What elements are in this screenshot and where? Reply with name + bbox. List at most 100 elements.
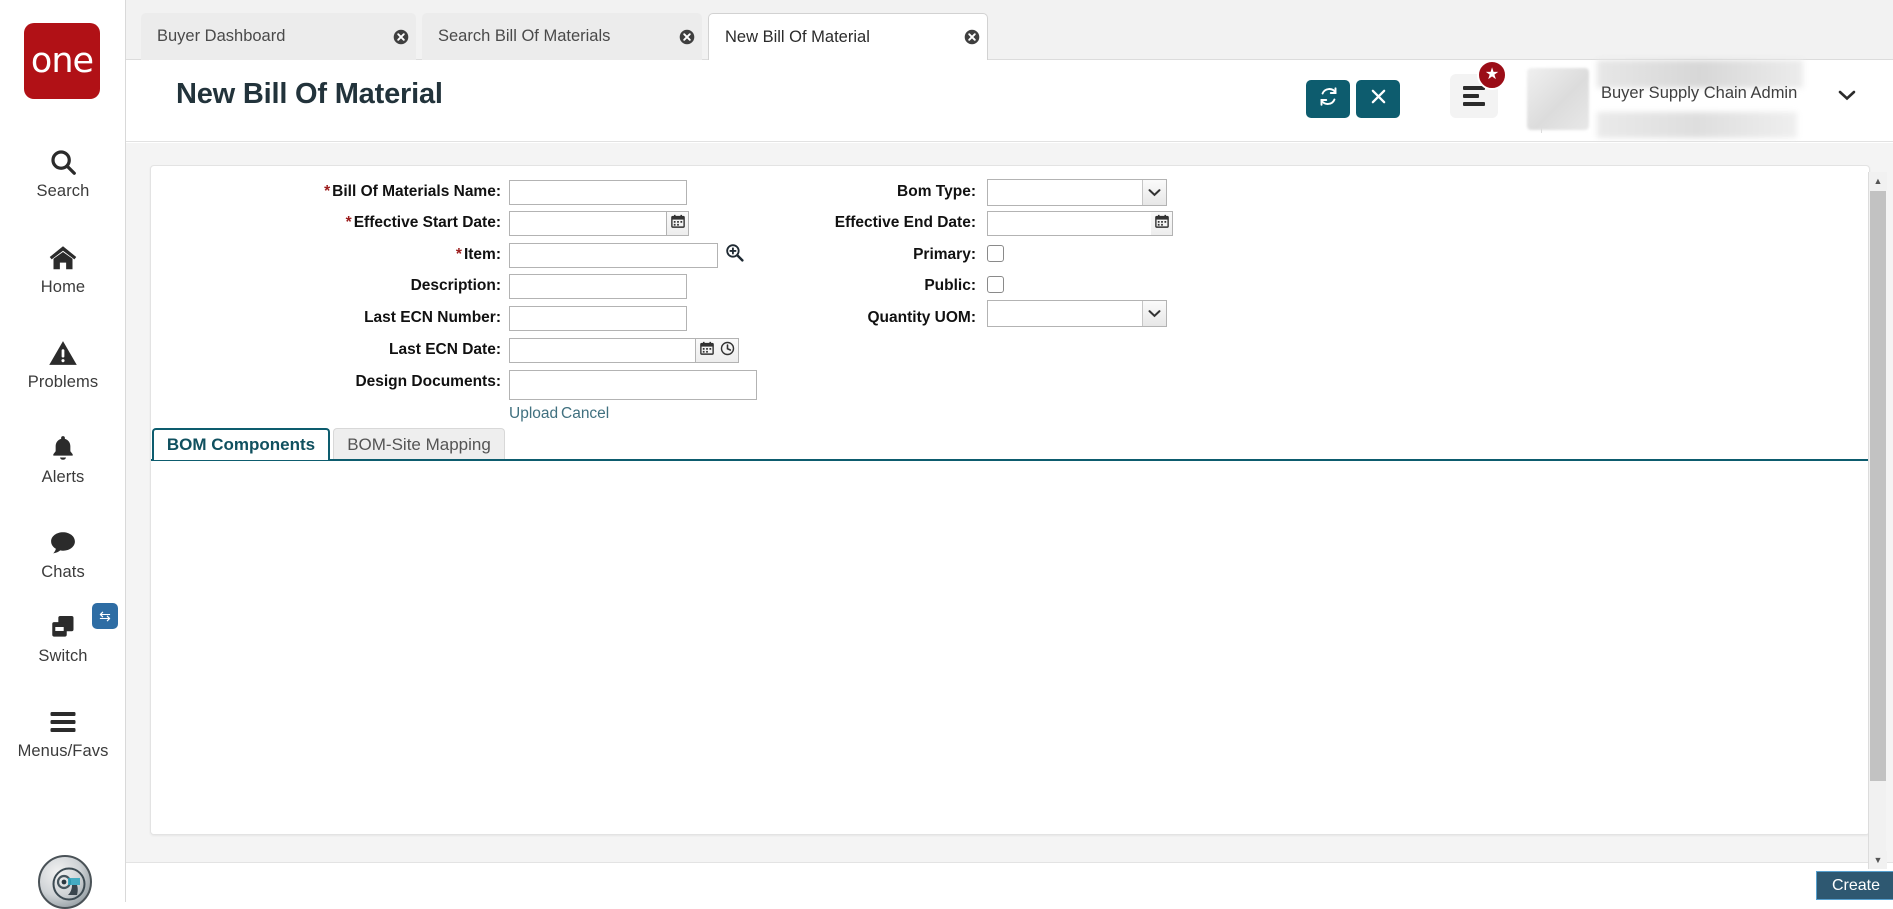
sidebar-item-label: Menus/Favs xyxy=(17,742,109,760)
field-label: Description: xyxy=(410,277,501,294)
field-label: * Bill Of Materials Name: xyxy=(324,183,501,200)
cancel-link[interactable]: Cancel xyxy=(561,405,609,423)
field-bill-of-materials-name: * Bill Of Materials Name: xyxy=(151,180,501,206)
browser-tab-strip: Buyer Dashboard Search Bill Of Materials… xyxy=(126,0,1893,60)
page-title: New Bill Of Material xyxy=(176,78,443,110)
tab-search-bill-of-materials[interactable]: Search Bill Of Materials xyxy=(422,13,702,60)
field-description: Description: xyxy=(151,274,501,300)
star-badge-icon: ★ xyxy=(1477,60,1507,90)
last-ecn-date-input[interactable] xyxy=(509,338,696,363)
tab-label: BOM-Site Mapping xyxy=(347,434,491,454)
sidebar-item-label: Chats xyxy=(41,563,85,581)
quantity-uom-select[interactable] xyxy=(987,300,1167,327)
hamburger-icon xyxy=(0,700,126,740)
close-icon[interactable] xyxy=(672,13,702,60)
field-label: * Effective Start Date: xyxy=(345,214,501,231)
tab-bom-components[interactable]: BOM Components xyxy=(152,428,330,460)
tab-buyer-dashboard[interactable]: Buyer Dashboard xyxy=(141,13,416,60)
field-label: Public: xyxy=(924,277,976,294)
field-bom-type: Bom Type: xyxy=(551,180,976,206)
switch-context-badge[interactable]: ⇆ xyxy=(92,603,118,629)
public-checkbox[interactable] xyxy=(987,276,1004,293)
design-documents-input[interactable] xyxy=(509,370,757,400)
last-ecn-date-calendar-button[interactable] xyxy=(696,338,718,363)
field-label: Last ECN Date: xyxy=(389,341,501,358)
sidebar-item-menus-favs[interactable]: Menus/Favs xyxy=(0,700,126,761)
field-label: Effective End Date: xyxy=(834,214,976,231)
field-design-documents: Design Documents: xyxy=(151,370,501,396)
avatar[interactable] xyxy=(1527,68,1589,130)
sidebar-item-label: Problems xyxy=(27,373,99,391)
search-icon xyxy=(0,140,126,180)
bom-type-select[interactable] xyxy=(987,179,1167,206)
sidebar-item-label: Search xyxy=(36,182,90,200)
ai-assistant-orb-icon[interactable] xyxy=(38,855,92,909)
field-effective-end-date: Effective End Date: xyxy=(551,211,976,237)
user-role-label: Buyer Supply Chain Admin xyxy=(1601,84,1798,102)
tab-new-bill-of-material[interactable]: New Bill Of Material xyxy=(708,13,988,60)
caret-up-icon: ▲ xyxy=(1873,176,1883,186)
effective-end-date-input[interactable] xyxy=(987,211,1173,236)
close-icon[interactable] xyxy=(957,14,987,60)
sidebar-item-alerts[interactable]: Alerts xyxy=(0,426,126,487)
close-icon[interactable] xyxy=(386,13,416,60)
user-org-redacted xyxy=(1597,112,1797,138)
field-quantity-uom: Quantity UOM: xyxy=(551,306,977,332)
upload-link[interactable]: Upload xyxy=(509,405,558,423)
quantity-uom-select-value xyxy=(987,300,1167,327)
field-primary: Primary: xyxy=(551,243,976,269)
effective-end-date-calendar-button[interactable] xyxy=(1151,211,1173,236)
brand-logo[interactable]: one xyxy=(24,23,100,99)
sidebar-item-home[interactable]: Home xyxy=(0,236,126,297)
required-marker: * xyxy=(345,214,352,231)
primary-checkbox[interactable] xyxy=(987,245,1004,262)
vertical-scrollbar[interactable]: ▲ ▼ xyxy=(1868,172,1887,869)
tab-label: Buyer Dashboard xyxy=(157,27,286,45)
panel-tab-row: BOM Components BOM-Site Mapping xyxy=(151,428,1869,460)
chevron-down-icon[interactable] xyxy=(1830,78,1864,112)
tab-label: BOM Components xyxy=(166,435,316,454)
sidebar-item-label: Switch xyxy=(38,647,88,665)
left-sidebar: one Search Home Problems Alerts Chats Sw… xyxy=(0,0,126,909)
sidebar-item-problems[interactable]: Problems xyxy=(0,331,126,392)
home-icon xyxy=(0,236,126,276)
scrollbar-thumb[interactable] xyxy=(1870,191,1886,781)
calendar-icon xyxy=(699,341,714,360)
chevron-down-icon xyxy=(1142,301,1166,326)
bell-icon xyxy=(0,426,126,466)
content-area: * Bill Of Materials Name: * Effective Star… xyxy=(126,143,1893,902)
refresh-button[interactable] xyxy=(1306,80,1350,118)
field-label: * Item: xyxy=(455,246,501,263)
field-last-ecn-date: Last ECN Date: xyxy=(151,338,501,364)
field-item: * Item: xyxy=(151,243,501,269)
refresh-icon xyxy=(1318,86,1339,112)
required-marker: * xyxy=(455,246,462,263)
close-x-icon xyxy=(1370,88,1387,110)
sidebar-item-label: Home xyxy=(40,278,86,296)
brand-logo-text: one xyxy=(30,40,94,81)
tab-label: New Bill Of Material xyxy=(725,27,870,46)
tab-label: Search Bill Of Materials xyxy=(438,27,611,45)
scroll-up-button[interactable]: ▲ xyxy=(1869,172,1887,190)
scroll-down-button[interactable]: ▼ xyxy=(1869,851,1887,869)
bom-components-panel xyxy=(151,461,1869,834)
tab-bom-site-mapping[interactable]: BOM-Site Mapping xyxy=(333,428,505,460)
create-button[interactable]: Create xyxy=(1816,871,1893,900)
panel-tab-underline xyxy=(151,459,1869,461)
bom-type-select-value xyxy=(987,179,1167,206)
field-label: Primary: xyxy=(913,246,976,263)
field-public: Public: xyxy=(551,274,976,300)
required-marker: * xyxy=(324,183,331,200)
last-ecn-date-time-button[interactable] xyxy=(717,338,739,363)
field-effective-start-date: * Effective Start Date: xyxy=(151,211,501,237)
clock-icon xyxy=(720,341,735,361)
calendar-icon xyxy=(1154,214,1169,233)
sidebar-item-search[interactable]: Search xyxy=(0,140,126,201)
field-label: Last ECN Number: xyxy=(364,309,501,326)
field-label: Design Documents: xyxy=(355,373,501,390)
bill-of-material-form-card: * Bill Of Materials Name: * Effective Star… xyxy=(150,165,1870,835)
close-button[interactable] xyxy=(1356,80,1400,118)
sidebar-item-chats[interactable]: Chats xyxy=(0,521,126,582)
field-label: Bom Type: xyxy=(897,183,976,200)
caret-down-icon: ▼ xyxy=(1873,855,1883,865)
